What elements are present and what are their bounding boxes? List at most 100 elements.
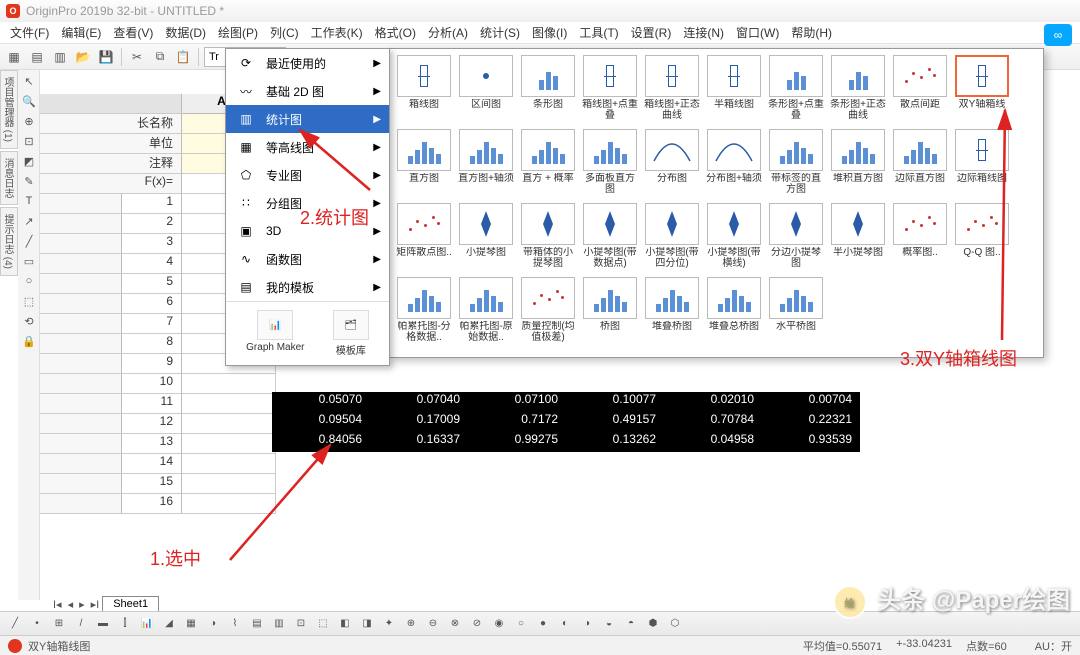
draw-icon[interactable]: ✎ <box>20 172 38 190</box>
data-cell[interactable] <box>182 434 276 454</box>
gallery-item[interactable]: 半箱线图 <box>705 55 763 123</box>
gallery-item[interactable]: 直方图 <box>395 129 453 197</box>
row-number[interactable]: 5 <box>122 274 182 294</box>
row-number[interactable]: 8 <box>122 334 182 354</box>
gallery-item[interactable]: 小提琴图(带横线) <box>705 203 763 271</box>
gallery-item[interactable]: 直方图+轴须 <box>457 129 515 197</box>
row-number[interactable]: 9 <box>122 354 182 374</box>
gallery-item[interactable]: 条形图 <box>519 55 577 123</box>
bottom-tool-icon[interactable]: • <box>28 615 46 633</box>
data-cell[interactable] <box>182 374 276 394</box>
menu-item[interactable]: 窗口(W) <box>730 22 785 43</box>
bottom-tool-icon[interactable]: ⊗ <box>446 615 464 633</box>
bottom-tool-icon[interactable]: / <box>72 615 90 633</box>
gallery-item[interactable]: 帕累托图-原始数据.. <box>457 277 515 345</box>
data-row[interactable]: 0.095040.170090.71720.491570.707840.2232… <box>272 412 860 432</box>
gallery-item[interactable]: 箱线图+正态曲线 <box>643 55 701 123</box>
row-number[interactable]: 11 <box>122 394 182 414</box>
gallery-item[interactable]: 桥图 <box>581 277 639 345</box>
sheet-tab[interactable]: Sheet1 <box>102 596 159 612</box>
row-number[interactable]: 16 <box>122 494 182 514</box>
meta-row-header[interactable]: 长名称 <box>40 114 182 134</box>
gallery-item[interactable]: 直方 + 概率 <box>519 129 577 197</box>
meta-row-header[interactable]: 注释 <box>40 154 182 174</box>
row-number[interactable]: 1 <box>122 194 182 214</box>
menu-item[interactable]: 查看(V) <box>107 22 159 43</box>
gallery-item[interactable]: 水平桥图 <box>767 277 825 345</box>
circle-icon[interactable]: ○ <box>20 272 38 290</box>
gallery-item[interactable]: 质量控制(均值极差) <box>519 277 577 345</box>
bottom-tool-icon[interactable]: ⬡ <box>666 615 684 633</box>
sheet-nav-next[interactable]: ▸ <box>76 598 88 611</box>
bottom-tool-icon[interactable]: ○ <box>512 615 530 633</box>
new-project-icon[interactable]: ▦ <box>4 47 24 67</box>
gallery-item[interactable]: 散点间距 <box>891 55 949 123</box>
menu-item[interactable]: 统计(S) <box>474 22 526 43</box>
row-number[interactable]: 12 <box>122 414 182 434</box>
bottom-tool-icon[interactable]: ⊞ <box>50 615 68 633</box>
row-number[interactable]: 7 <box>122 314 182 334</box>
gallery-item[interactable]: 带标签的直方图 <box>767 129 825 197</box>
bottom-tool-icon[interactable]: 📊 <box>138 615 156 633</box>
bottom-tool-icon[interactable]: ◨ <box>358 615 376 633</box>
bottom-tool-icon[interactable]: ◢ <box>160 615 178 633</box>
bottom-tool-icon[interactable]: ◉ <box>490 615 508 633</box>
gallery-item[interactable]: 堆叠桥图 <box>643 277 701 345</box>
gallery-item[interactable]: 分布图+轴须 <box>705 129 763 197</box>
menu-item[interactable]: 连接(N) <box>677 22 730 43</box>
data-cell[interactable] <box>182 394 276 414</box>
row-number[interactable]: 13 <box>122 434 182 454</box>
data-row[interactable]: 0.840560.163370.992750.132620.049580.935… <box>272 432 860 452</box>
gallery-item[interactable]: 概率图.. <box>891 203 949 271</box>
bottom-tool-icon[interactable]: ▥ <box>270 615 288 633</box>
plotmenu-item[interactable]: 〰基础 2D 图▶ <box>226 77 389 105</box>
tools-toolbar[interactable]: ↖ 🔍 ⊕ ⊡ ◩ ✎ T ↗ ╱ ▭ ○ ⬚ ⟲ 🔒 <box>18 70 40 600</box>
copy-icon[interactable]: ⧉ <box>150 47 170 67</box>
bottom-tool-icon[interactable]: ⊕ <box>402 615 420 633</box>
plotmenu-item[interactable]: ⟳最近使用的▶ <box>226 49 389 77</box>
mask-icon[interactable]: ◩ <box>20 152 38 170</box>
gallery-item[interactable]: 堆叠总桥图 <box>705 277 763 345</box>
lock-icon[interactable]: 🔒 <box>20 332 38 350</box>
menu-item[interactable]: 绘图(P) <box>212 22 264 43</box>
bottom-tool-icon[interactable]: ⬢ <box>644 615 662 633</box>
menu-item[interactable]: 工具(T) <box>573 22 624 43</box>
bottom-tool-icon[interactable]: ⊡ <box>292 615 310 633</box>
gallery-item[interactable]: 多面板直方图 <box>581 129 639 197</box>
gallery-item[interactable]: 条形图+点重叠 <box>767 55 825 123</box>
gallery-item[interactable]: 帕累托图-分格数据.. <box>395 277 453 345</box>
menu-item[interactable]: 格式(O) <box>369 22 422 43</box>
data-selector-icon[interactable]: ⊡ <box>20 132 38 150</box>
sheet-nav-first[interactable]: I◂ <box>50 598 65 611</box>
data-cell[interactable] <box>182 454 276 474</box>
baidu-cloud-icon[interactable]: ∞ <box>1044 24 1072 46</box>
gallery-item[interactable]: 小提琴图 <box>457 203 515 271</box>
menu-item[interactable]: 数据(D) <box>159 22 212 43</box>
menu-item[interactable]: 编辑(E) <box>55 22 107 43</box>
row-number[interactable]: 10 <box>122 374 182 394</box>
plotmenu-item[interactable]: ▤我的模板▶ <box>226 273 389 301</box>
data-cell[interactable] <box>182 414 276 434</box>
new-workbook-icon[interactable]: ▥ <box>50 47 70 67</box>
left-dock-tabs[interactable]: 项目管理器 (1) 消息日志 提示日志 (4) <box>0 70 18 278</box>
gallery-item[interactable]: 边际箱线图 <box>953 129 1011 197</box>
menu-item[interactable]: 工作表(K) <box>305 22 369 43</box>
row-number[interactable]: 4 <box>122 254 182 274</box>
row-number[interactable]: 6 <box>122 294 182 314</box>
pointer-icon[interactable]: ↖ <box>20 72 38 90</box>
open-icon[interactable]: 📂 <box>73 47 93 67</box>
plotmenu-item[interactable]: ∿函数图▶ <box>226 245 389 273</box>
gallery-item[interactable]: 矩阵散点图.. <box>395 203 453 271</box>
plotmenu-item[interactable]: ▥统计图▶ <box>226 105 389 133</box>
row-number[interactable]: 14 <box>122 454 182 474</box>
reader-icon[interactable]: ⊕ <box>20 112 38 130</box>
sheet-nav-prev[interactable]: ◂ <box>65 598 77 611</box>
bottom-tool-icon[interactable]: ◑ <box>204 615 222 633</box>
menu-item[interactable]: 图像(I) <box>526 22 573 43</box>
bottom-tool-icon[interactable]: ╱ <box>6 615 24 633</box>
row-number[interactable]: 3 <box>122 234 182 254</box>
selected-data-block[interactable]: 0.050700.070400.071000.100770.020100.007… <box>272 392 860 452</box>
rotate-icon[interactable]: ⟲ <box>20 312 38 330</box>
plot-gallery[interactable]: 箱线图区间图条形图箱线图+点重叠箱线图+正态曲线半箱线图条形图+点重叠条形图+正… <box>388 48 1044 358</box>
gallery-item[interactable]: 半小提琴图 <box>829 203 887 271</box>
